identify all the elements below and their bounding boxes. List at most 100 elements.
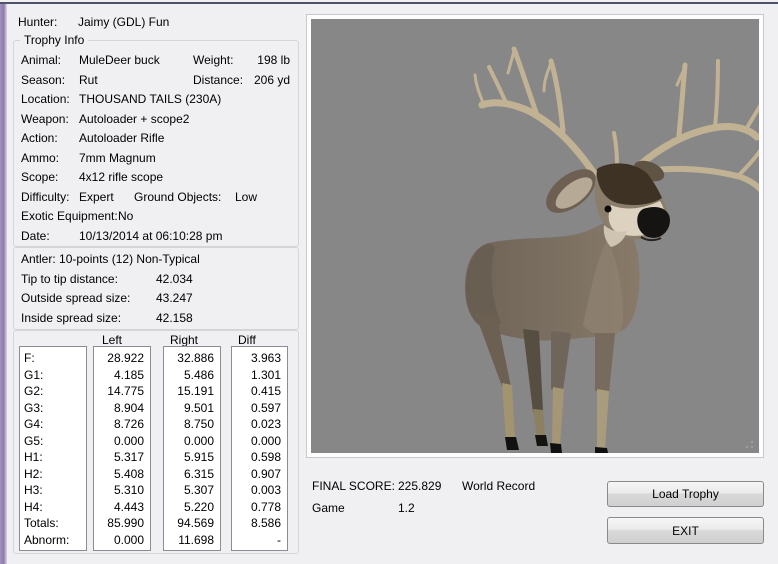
trophy-info-groupbox: Trophy Info Animal: MuleDeer buck Weight… [13, 40, 299, 247]
antler-line: Antler: 10-points (12) Non-Typical [21, 252, 200, 266]
measure-diff-value: 0.415 [232, 383, 287, 400]
column-header-left: Left [102, 333, 122, 347]
measure-right-value: 94.569 [164, 515, 220, 532]
column-header-right: Right [170, 333, 198, 347]
load-trophy-button[interactable]: Load Trophy [607, 481, 764, 507]
window-left-accent-strip [0, 4, 8, 564]
measure-left-value: 5.408 [94, 466, 150, 483]
measure-right-value: 11.698 [164, 532, 220, 549]
action-value: Autoloader Rifle [79, 131, 164, 145]
inside-spread-value: 42.158 [156, 311, 193, 325]
field-weapon: Weapon: Autoloader + scope2 [14, 112, 298, 128]
measure-right-value: 6.315 [164, 466, 220, 483]
measure-left-value: 28.922 [94, 350, 150, 367]
measure-left-value: 8.726 [94, 416, 150, 433]
weapon-value: Autoloader + scope2 [79, 112, 189, 126]
field-inside-spread: Inside spread size: 42.158 [14, 311, 298, 327]
antler-value: 10-points (12) Non-Typical [59, 252, 200, 266]
measure-row-label: F: [20, 350, 86, 367]
field-tip-to-tip: Tip to tip distance: 42.034 [14, 272, 298, 288]
measure-left-value: 4.443 [94, 499, 150, 516]
trophy-viewer-frame [306, 14, 764, 458]
field-location: Location: THOUSAND TAILS (230A) [14, 92, 298, 108]
field-action: Action: Autoloader Rifle [14, 131, 298, 147]
final-score-value: 225.829 [398, 479, 441, 493]
final-score-label: FINAL SCORE: [312, 479, 395, 493]
field-animal: Animal: MuleDeer buck Weight: 198 lb [14, 53, 298, 69]
field-outside-spread: Outside spread size: 43.247 [14, 291, 298, 307]
measure-diff-value: 3.963 [232, 350, 287, 367]
measure-row-label: G1: [20, 367, 86, 384]
outside-spread-label: Outside spread size: [21, 291, 130, 305]
measure-row-label: H4: [20, 499, 86, 516]
measure-diff-value: 0.023 [232, 416, 287, 433]
deer-render [311, 19, 759, 453]
antler-info-groupbox: Antler: 10-points (12) Non-Typical Tip t… [13, 247, 299, 330]
distance-value: 206 yd [254, 73, 290, 87]
field-ammo: Ammo: 7mm Magnum [14, 151, 298, 167]
measure-left-value: 0.000 [94, 532, 150, 549]
measure-row-label: G4: [20, 416, 86, 433]
measure-right-value: 15.191 [164, 383, 220, 400]
exotic-equipment-label: Exotic Equipment: [21, 209, 118, 223]
animal-label: Animal: [21, 53, 61, 67]
measure-row-label: Abnorm: [20, 532, 86, 549]
game-version-value: 1.2 [398, 501, 415, 515]
antler-label: Antler: [21, 252, 56, 266]
date-value: 10/13/2014 at 06:10:28 pm [79, 229, 222, 243]
measure-left-value: 4.185 [94, 367, 150, 384]
measure-diff-value: 0.907 [232, 466, 287, 483]
season-value: Rut [79, 73, 98, 87]
measure-row-label: H1: [20, 449, 86, 466]
window-top-border [0, 2, 778, 4]
trophy-viewer-canvas[interactable] [311, 19, 759, 453]
exotic-equipment-value: No [118, 209, 133, 223]
measure-diff-value: 0.778 [232, 499, 287, 516]
measure-left-value: 5.317 [94, 449, 150, 466]
measure-diff-value: 8.586 [232, 515, 287, 532]
field-exotic-equipment: Exotic Equipment: No [14, 209, 298, 225]
measure-right-listbox[interactable]: 32.8865.48615.1919.5018.7500.0005.9156.3… [163, 346, 221, 551]
measure-diff-value: 1.301 [232, 367, 287, 384]
date-label: Date: [21, 229, 50, 243]
measure-right-value: 5.915 [164, 449, 220, 466]
deer-eye [605, 206, 612, 213]
scope-value: 4x12 rifle scope [79, 170, 163, 184]
trophy-info-legend: Trophy Info [20, 33, 88, 47]
trophy-info-window: { "hunter": { "label": "Hunter:", "value… [0, 0, 778, 564]
scope-label: Scope: [21, 170, 58, 184]
inside-spread-label: Inside spread size: [21, 311, 121, 325]
measure-left-value: 14.775 [94, 383, 150, 400]
measure-left-listbox[interactable]: 28.9224.18514.7758.9048.7260.0005.3175.4… [93, 346, 151, 551]
measure-diff-listbox[interactable]: 3.9631.3010.4150.5970.0230.0000.5980.907… [231, 346, 288, 551]
weight-label: Weight: [193, 53, 233, 67]
tip-to-tip-label: Tip to tip distance: [21, 272, 118, 286]
difficulty-label: Difficulty: [21, 190, 69, 204]
weight-value: 198 lb [257, 53, 290, 67]
field-antler: Antler: 10-points (12) Non-Typical [14, 252, 298, 268]
measure-row-label: Totals: [20, 515, 86, 532]
measure-right-value: 9.501 [164, 400, 220, 417]
measure-right-value: 8.750 [164, 416, 220, 433]
measure-left-value: 85.990 [94, 515, 150, 532]
tip-to-tip-value: 42.034 [156, 272, 193, 286]
exit-button[interactable]: EXIT [607, 517, 764, 544]
hunter-value: Jaimy (GDL) Fun [78, 15, 169, 29]
distance-label: Distance: [193, 73, 243, 87]
weapon-label: Weapon: [21, 112, 69, 126]
measure-diff-value: - [232, 532, 287, 549]
measure-row-label: H2: [20, 466, 86, 483]
season-label: Season: [21, 73, 65, 87]
field-difficulty: Difficulty: Expert Ground Objects: Low [14, 190, 298, 206]
location-value: THOUSAND TAILS (230A) [79, 92, 221, 106]
outside-spread-value: 43.247 [156, 291, 193, 305]
field-season: Season: Rut Distance: 206 yd [14, 73, 298, 89]
measure-right-value: 32.886 [164, 350, 220, 367]
hunter-label: Hunter: [18, 15, 57, 29]
canvas-resize-grip [746, 441, 753, 448]
ammo-label: Ammo: [21, 151, 59, 165]
measure-labels-listbox[interactable]: F:G1:G2:G3:G4:G5:H1:H2:H3:H4:Totals:Abno… [19, 346, 87, 551]
world-record-badge: World Record [462, 479, 535, 493]
column-header-diff: Diff [238, 333, 256, 347]
measure-diff-value: 0.003 [232, 482, 287, 499]
